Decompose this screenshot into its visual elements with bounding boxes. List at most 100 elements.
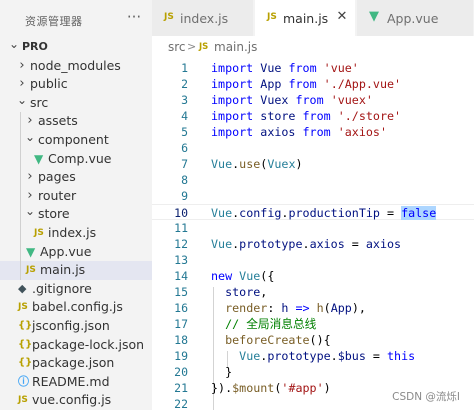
- code-token: .: [302, 237, 310, 251]
- vue-file-icon: ▼: [26, 244, 36, 259]
- code-token: }).: [211, 381, 233, 395]
- tree-item-label: index.js: [48, 224, 97, 240]
- tree-item-label: jsconfig.json: [32, 317, 110, 333]
- code-line: 10 Vue.config.productionTip = false: [152, 204, 474, 220]
- chevron-right-icon[interactable]: ›: [16, 57, 28, 76]
- tree-item-app-vue[interactable]: ▼ App.vue: [0, 242, 152, 262]
- code-token: $mount: [232, 381, 275, 395]
- breadcrumb-file[interactable]: main.js: [214, 40, 257, 54]
- tree-item-babel-config-js[interactable]: JS babel.config.js: [0, 298, 152, 317]
- code-token: beforeCreate: [225, 333, 310, 347]
- line-number: 10: [174, 206, 188, 220]
- code-token: // 全局消息总线: [225, 317, 317, 331]
- code-text: import Vuex from 'vuex': [211, 92, 373, 108]
- code-token: from: [288, 77, 317, 91]
- js-file-icon: JS: [18, 395, 28, 406]
- tree-item-label: .gitignore: [32, 280, 92, 296]
- line-number: 1: [181, 61, 188, 75]
- tree-item-pro[interactable]: ⌄ PRO: [0, 35, 152, 57]
- code-line: 19 Vue.prototype.$bus = this: [152, 348, 474, 364]
- indent-guide: [20, 223, 21, 243]
- code-token: render: [225, 301, 268, 315]
- line-number: 5: [181, 125, 188, 139]
- tab-main-js[interactable]: JS main.js ✕: [255, 0, 356, 36]
- chevron-right-icon[interactable]: ›: [24, 168, 36, 187]
- code-text: store,: [211, 284, 267, 300]
- tree-item-package-json[interactable]: {} package.json: [0, 354, 152, 373]
- code-line: 2 import App from './App.vue': [152, 76, 474, 92]
- code-token: axios: [365, 237, 402, 251]
- code-line: 11: [152, 220, 474, 236]
- indent-guide: [20, 130, 21, 150]
- code-line: 8: [152, 172, 474, 188]
- code-editor[interactable]: 1 import Vue from 'vue' 2 import App from '…: [152, 58, 474, 410]
- more-actions-icon[interactable]: ···: [124, 8, 144, 28]
- code-token: :: [267, 301, 282, 315]
- code-token: h: [316, 301, 324, 315]
- chevron-down-icon[interactable]: ⌄: [24, 202, 36, 221]
- tree-item-comp-vue[interactable]: ▼ Comp.vue: [0, 149, 152, 169]
- tree-item-store[interactable]: ⌄ store: [0, 202, 152, 224]
- code-text: import Vue from 'vue': [211, 60, 359, 76]
- close-icon[interactable]: ✕: [334, 9, 350, 25]
- tree-item-label: public: [30, 76, 68, 92]
- code-token: =: [365, 349, 387, 363]
- line-number: 19: [174, 349, 188, 363]
- tree-item-readme-md[interactable]: ⓘ README.md: [0, 373, 152, 392]
- tab-app-vue[interactable]: ▼ App.vue: [357, 0, 474, 36]
- tree-item-main-js[interactable]: JS main.js: [0, 261, 152, 280]
- json-file-icon: {}: [18, 319, 33, 331]
- tree-item-label: PRO: [22, 40, 48, 53]
- tree-item-component[interactable]: ⌄ component: [0, 128, 152, 150]
- js-file-icon: JS: [18, 302, 28, 313]
- code-token: Vue: [239, 349, 261, 363]
- tree-item-assets[interactable]: › assets: [0, 112, 152, 131]
- tree-item-gitignore[interactable]: ◆ .gitignore: [0, 280, 152, 299]
- tree-item-jsconfig-json[interactable]: {} jsconfig.json: [0, 317, 152, 336]
- tree-item-label: Comp.vue: [48, 150, 112, 166]
- file-tree: ⌄ PRO › node_modules › public ⌄ src › assets ⌄ comp…: [0, 35, 152, 410]
- code-token: import: [211, 93, 254, 107]
- code-token: (){: [309, 333, 331, 347]
- readme-info-icon: ⓘ: [18, 374, 29, 388]
- chevron-down-icon[interactable]: ⌄: [8, 35, 20, 54]
- code-token: App: [330, 301, 352, 315]
- code-line: 12 Vue.prototype.axios = axios: [152, 236, 474, 252]
- code-token: '#app': [281, 381, 324, 395]
- tree-item-router[interactable]: › router: [0, 186, 152, 206]
- editor-tab-bar: JS index.js JS main.js ✕ ▼ App.vue: [152, 0, 474, 36]
- line-number: 6: [181, 141, 188, 155]
- chevron-down-icon[interactable]: ⌄: [24, 128, 36, 147]
- tab-index-js[interactable]: JS index.js: [152, 0, 254, 36]
- code-token: use: [239, 157, 261, 171]
- code-token: axios: [260, 125, 296, 139]
- code-token: Vue: [211, 206, 233, 220]
- vue-file-icon: ▼: [369, 9, 379, 24]
- tree-item-src[interactable]: ⌄ src: [0, 91, 152, 113]
- breadcrumb-folder[interactable]: src: [168, 40, 186, 54]
- code-token: ),: [351, 301, 366, 315]
- tree-item-index-js[interactable]: JS index.js: [0, 223, 152, 243]
- tree-item-node-modules[interactable]: › node_modules: [0, 57, 152, 76]
- line-number: 7: [181, 157, 188, 171]
- indent-guide: [20, 168, 21, 187]
- line-number: 13: [174, 253, 188, 267]
- code-token: (: [323, 301, 331, 315]
- code-token: from: [302, 125, 331, 139]
- tree-item-package-lock-json[interactable]: {} package-lock.json: [0, 336, 152, 355]
- code-token: import: [211, 109, 254, 123]
- explorer-title: 资源管理器: [25, 15, 83, 28]
- tree-item-label: package.json: [32, 355, 115, 371]
- chevron-down-icon[interactable]: ⌄: [16, 91, 28, 110]
- code-token: ): [323, 381, 331, 395]
- code-token: import: [211, 125, 254, 139]
- breadcrumb: src > JS main.js: [152, 36, 474, 58]
- tree-item-vue-config-js[interactable]: JS vue.config.js: [0, 391, 152, 410]
- code-text: import App from './App.vue': [211, 76, 401, 92]
- tree-item-pages[interactable]: › pages: [0, 168, 152, 187]
